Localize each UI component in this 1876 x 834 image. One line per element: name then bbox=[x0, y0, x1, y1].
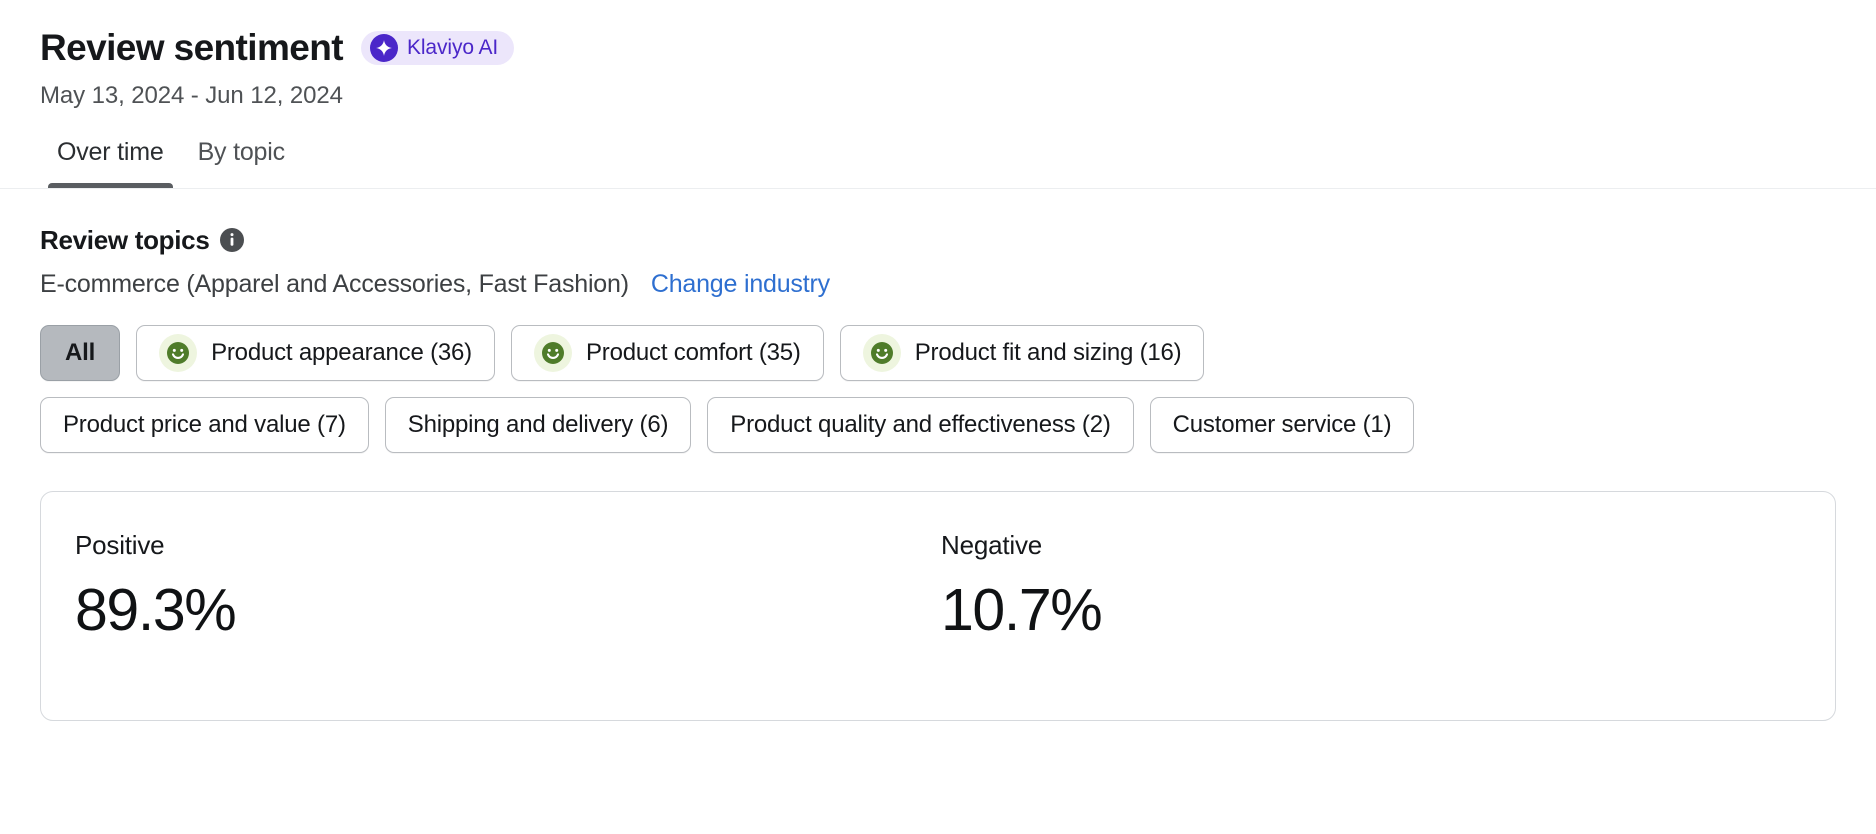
review-topics-heading-row: Review topics bbox=[40, 225, 1836, 256]
tab-over-time[interactable]: Over time bbox=[40, 138, 181, 189]
negative-sentiment-block: Negative 10.7% bbox=[941, 530, 1807, 720]
positive-label: Positive bbox=[75, 529, 165, 560]
industry-row: E-commerce (Apparel and Accessories, Fas… bbox=[40, 270, 1836, 299]
topic-chip-all[interactable]: All bbox=[40, 324, 121, 381]
smiley-positive-icon bbox=[533, 333, 572, 372]
tab-by-topic[interactable]: By topic bbox=[181, 138, 302, 189]
date-range: May 13, 2024 - Jun 12, 2024 bbox=[40, 81, 343, 109]
topic-chip-product-appearance[interactable]: Product appearance (36) bbox=[136, 324, 495, 381]
klaviyo-ai-badge: Klaviyo AI bbox=[360, 31, 515, 66]
negative-label: Negative bbox=[941, 529, 1043, 560]
topic-chip-label: Customer service (1) bbox=[1172, 410, 1392, 438]
title-row: Review sentiment Klaviyo AI bbox=[40, 27, 1876, 69]
topic-chip-row-2: Product price and value (7) Shipping and… bbox=[40, 396, 1836, 453]
topic-chip-label: Product comfort (35) bbox=[585, 338, 801, 366]
sparkle-icon bbox=[369, 34, 398, 63]
topic-chip-product-price-and-value[interactable]: Product price and value (7) bbox=[40, 396, 369, 453]
negative-value: 10.7% bbox=[941, 576, 1103, 643]
topic-chip-product-fit-and-sizing[interactable]: Product fit and sizing (16) bbox=[839, 324, 1205, 381]
topic-chip-customer-service[interactable]: Customer service (1) bbox=[1149, 396, 1415, 453]
topic-chip-label: All bbox=[65, 338, 96, 366]
topic-chip-group: All Product appearance (36) Product comf… bbox=[40, 324, 1836, 453]
topic-chip-row-1: All Product appearance (36) Product comf… bbox=[40, 324, 1836, 381]
topic-chip-label: Product appearance (36) bbox=[211, 338, 472, 366]
klaviyo-ai-badge-label: Klaviyo AI bbox=[406, 36, 499, 60]
info-icon[interactable] bbox=[219, 228, 244, 253]
topic-chip-label: Product price and value (7) bbox=[63, 410, 346, 438]
industry-value: E-commerce (Apparel and Accessories, Fas… bbox=[40, 269, 629, 298]
review-topics-section: Review topics E-commerce (Apparel and Ac… bbox=[0, 225, 1876, 453]
topic-chip-shipping-and-delivery[interactable]: Shipping and delivery (6) bbox=[384, 396, 692, 453]
change-industry-link[interactable]: Change industry bbox=[651, 270, 830, 299]
smiley-positive-icon bbox=[159, 333, 198, 372]
review-topics-heading: Review topics bbox=[40, 224, 210, 255]
sentiment-summary-card: Positive 89.3% Negative 10.7% bbox=[40, 490, 1836, 721]
positive-value: 89.3% bbox=[75, 576, 237, 643]
tab-bar-divider bbox=[0, 187, 1876, 189]
page-title: Review sentiment bbox=[40, 27, 344, 68]
smiley-positive-icon bbox=[862, 333, 901, 372]
topic-chip-product-quality-and-effectiveness[interactable]: Product quality and effectiveness (2) bbox=[707, 396, 1134, 453]
topic-chip-label: Product fit and sizing (16) bbox=[914, 338, 1182, 366]
page-header: Review sentiment Klaviyo AI May 13, 2024… bbox=[0, 0, 1876, 110]
topic-chip-product-comfort[interactable]: Product comfort (35) bbox=[510, 324, 824, 381]
topic-chip-label: Product quality and effectiveness (2) bbox=[730, 410, 1111, 438]
tab-bar: Over time By topic bbox=[0, 138, 1876, 189]
topic-chip-label: Shipping and delivery (6) bbox=[407, 410, 669, 438]
positive-sentiment-block: Positive 89.3% bbox=[75, 530, 941, 720]
